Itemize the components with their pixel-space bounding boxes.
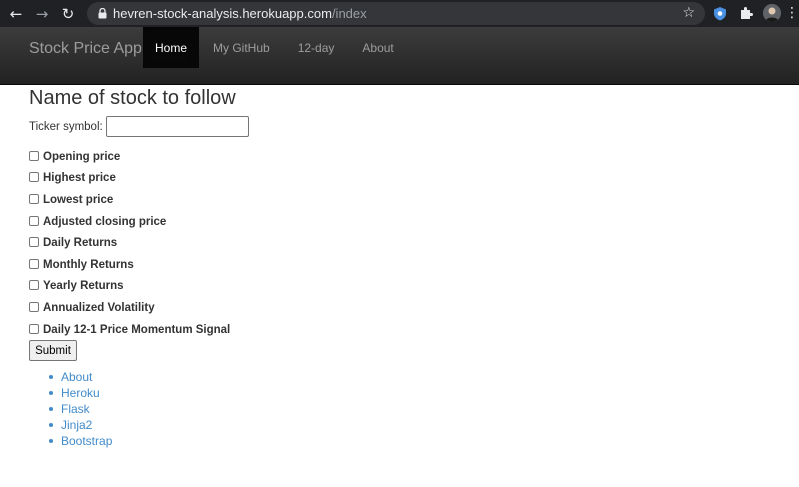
link-label[interactable]: Jinja2 <box>61 418 92 432</box>
nav-12-day[interactable]: 12-day <box>284 27 349 68</box>
lock-icon[interactable] <box>95 8 109 19</box>
option-label: Adjusted closing price <box>43 215 167 228</box>
option-adjusted-closing-price[interactable]: Adjusted closing price <box>29 211 729 233</box>
browser-toolbar: ← → ↻ hevren-stock-analysis.herokuapp.co… <box>0 0 799 27</box>
link-label[interactable]: Bootstrap <box>61 434 112 448</box>
url-text: hevren-stock-analysis.herokuapp.com/inde… <box>113 6 367 21</box>
checkbox[interactable] <box>29 301 39 312</box>
navbar-menu: Home My GitHub 12-day About <box>143 27 408 68</box>
kebab-menu-icon[interactable]: ⋮ <box>785 5 799 21</box>
option-label: Monthly Returns <box>43 258 134 271</box>
bullet <box>49 375 53 380</box>
options-list: Opening price Highest price Lowest price… <box>29 146 729 340</box>
option-label: Highest price <box>43 172 116 185</box>
option-label: Lowest price <box>43 193 114 206</box>
link-label[interactable]: Heroku <box>61 386 100 400</box>
option-daily-returns[interactable]: Daily Returns <box>29 232 729 254</box>
bullet <box>49 407 53 412</box>
option-label: Opening price <box>43 150 121 163</box>
link-jinja2[interactable]: Jinja2 <box>47 417 729 433</box>
link-bootstrap[interactable]: Bootstrap <box>47 433 729 449</box>
site-navbar: Stock Price App Home My GitHub 12-day Ab… <box>0 27 799 85</box>
nav-my-github[interactable]: My GitHub <box>199 27 284 68</box>
link-label[interactable]: About <box>61 370 92 384</box>
navbar-brand[interactable]: Stock Price App <box>29 40 142 58</box>
page-title: Name of stock to follow <box>29 87 236 109</box>
option-annualized-volatility[interactable]: Annualized Volatility <box>29 297 729 319</box>
back-arrow-icon[interactable]: ← <box>5 3 27 25</box>
checkbox[interactable] <box>29 193 39 204</box>
submit-button[interactable]: Submit <box>29 340 77 362</box>
option-monthly-returns[interactable]: Monthly Returns <box>29 254 729 276</box>
bullet <box>49 391 53 396</box>
option-momentum-signal[interactable]: Daily 12-1 Price Momentum Signal <box>29 319 729 341</box>
bookmark-star-icon[interactable]: ☆ <box>682 5 695 21</box>
option-lowest-price[interactable]: Lowest price <box>29 189 729 211</box>
link-flask[interactable]: Flask <box>47 401 729 417</box>
option-opening-price[interactable]: Opening price <box>29 146 729 168</box>
ticker-row: Ticker symbol: <box>29 116 729 137</box>
reload-icon[interactable]: ↻ <box>57 3 79 25</box>
profile-avatar[interactable] <box>763 4 781 22</box>
main-content: Name of stock to follow Ticker symbol: O… <box>29 87 729 449</box>
puzzle-icon[interactable] <box>737 4 755 22</box>
option-highest-price[interactable]: Highest price <box>29 168 729 190</box>
link-about[interactable]: About <box>47 369 729 385</box>
ticker-label: Ticker symbol: <box>29 120 103 133</box>
bullet <box>49 423 53 428</box>
option-label: Daily 12-1 Price Momentum Signal <box>43 323 231 336</box>
checkbox[interactable] <box>29 150 39 161</box>
nav-about[interactable]: About <box>348 27 407 68</box>
footer-links: About Heroku Flask Jinja2 Bootstrap <box>47 369 729 449</box>
checkbox[interactable] <box>29 280 39 291</box>
option-label: Annualized Volatility <box>43 301 155 314</box>
option-label: Yearly Returns <box>43 280 124 293</box>
checkbox[interactable] <box>29 172 39 183</box>
forward-arrow-icon[interactable]: → <box>31 3 53 25</box>
bullet <box>49 439 53 444</box>
checkbox[interactable] <box>29 215 39 226</box>
nav-home[interactable]: Home <box>143 27 200 68</box>
address-bar[interactable]: hevren-stock-analysis.herokuapp.com/inde… <box>87 2 705 25</box>
link-label[interactable]: Flask <box>61 402 90 416</box>
option-label: Daily Returns <box>43 237 118 250</box>
extension-shield-icon[interactable] <box>711 4 729 22</box>
link-heroku[interactable]: Heroku <box>47 385 729 401</box>
option-yearly-returns[interactable]: Yearly Returns <box>29 276 729 298</box>
checkbox[interactable] <box>29 323 39 334</box>
checkbox[interactable] <box>29 258 39 269</box>
ticker-input[interactable] <box>105 116 249 137</box>
checkbox[interactable] <box>29 237 39 248</box>
